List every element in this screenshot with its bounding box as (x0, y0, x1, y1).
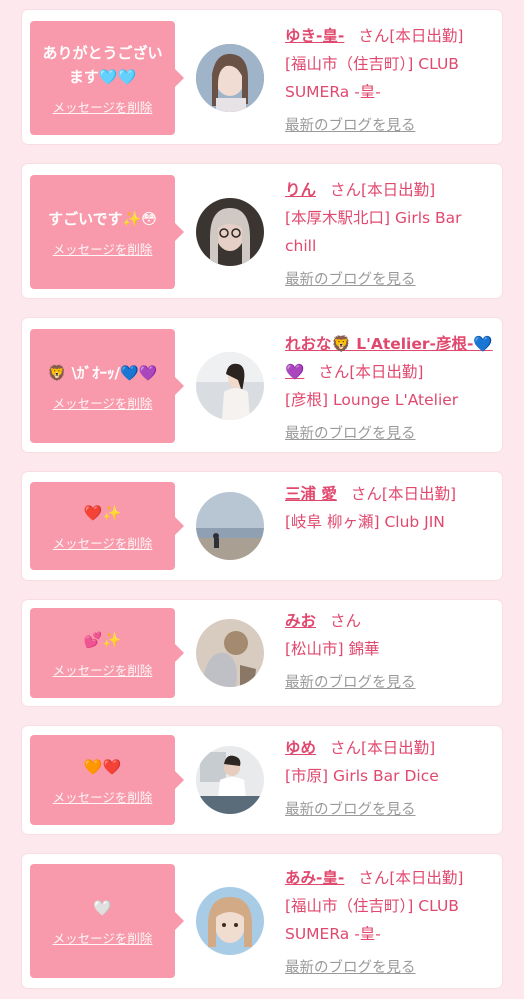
message-card: 💕✨ メッセージを削除 みお さん [松山市] 錦華 最新のブログを見る (22, 600, 502, 706)
shop-name: [彦根] Lounge L'Atelier (285, 391, 459, 409)
message-bubble: すごいです✨😳 メッセージを削除 (30, 175, 184, 289)
cast-status: さん[本日出勤] (358, 27, 464, 45)
cast-status: さん[本日出勤] (330, 739, 436, 757)
cast-name-link[interactable]: ゆき-皇- (285, 27, 344, 45)
cast-info: 三浦 愛さん[本日出勤] [岐阜 柳ヶ瀬] Club JIN (285, 480, 497, 536)
message-card: 🤍 メッセージを削除 あみ-皇- さん[本日出勤] [福山市（住吉町）] CLUB… (22, 854, 502, 988)
message-text: ありがとうございます🩵🩵 (42, 43, 163, 86)
blog-link[interactable]: 最新のブログを見る (285, 954, 416, 982)
message-bubble: ❤️✨ メッセージを削除 (30, 482, 184, 570)
shop-name: [岐阜 柳ヶ瀬] Club JIN (285, 513, 445, 531)
shop-name: [市原] Girls Bar Dice (285, 767, 439, 785)
delete-message-link[interactable]: メッセージを削除 (53, 97, 153, 116)
cast-name-link[interactable]: 三浦 愛 (285, 485, 337, 503)
delete-message-link[interactable]: メッセージを削除 (53, 533, 153, 552)
cast-status: さん[本日出勤] (318, 363, 424, 381)
avatar[interactable] (196, 198, 264, 266)
message-bubble: 🤍 メッセージを削除 (30, 864, 184, 978)
message-card: 🧡❤️ メッセージを削除 ゆめ さん[本日出勤] [市原] Girls Bar D… (22, 726, 502, 834)
message-card: ❤️✨ メッセージを削除 三浦 愛さん[本日出勤] [岐阜 柳ヶ瀬] Club … (22, 472, 502, 580)
shop-name: [福山市（住吉町）] CLUB SUMERa -皇- (285, 897, 459, 943)
message-text: ❤️✨ (83, 503, 122, 522)
message-list: ありがとうございます🩵🩵 メッセージを削除 ゆき-皇- さん[本日出勤] [福山市… (0, 0, 524, 999)
cast-info: あみ-皇- さん[本日出勤] [福山市（住吉町）] CLUB SUMERa -皇-… (285, 864, 497, 982)
message-bubble: ありがとうございます🩵🩵 メッセージを削除 (30, 21, 184, 135)
message-card: ありがとうございます🩵🩵 メッセージを削除 ゆき-皇- さん[本日出勤] [福山市… (22, 10, 502, 144)
shop-name: [松山市] 錦華 (285, 640, 380, 658)
avatar[interactable] (196, 746, 264, 814)
cast-name-link[interactable]: みお (285, 612, 316, 630)
message-bubble: 🧡❤️ メッセージを削除 (30, 735, 184, 825)
avatar[interactable] (196, 887, 264, 955)
cast-info: ゆき-皇- さん[本日出勤] [福山市（住吉町）] CLUB SUMERa -皇-… (285, 22, 497, 140)
cast-info: ゆめ さん[本日出勤] [市原] Girls Bar Dice 最新のブログを見る (285, 734, 497, 824)
shop-name: [本厚木駅北口] Girls Bar chill (285, 209, 462, 255)
message-text: 💕✨ (83, 630, 122, 649)
cast-name-link[interactable]: あみ-皇- (285, 869, 344, 887)
cast-status: さん[本日出勤] (330, 181, 436, 199)
message-bubble: 💕✨ メッセージを削除 (30, 608, 184, 698)
message-text: 🦁 \ｶﾞｵｰｯ/💙💜 (47, 363, 158, 382)
cast-info: りん さん[本日出勤] [本厚木駅北口] Girls Bar chill 最新のブ… (285, 176, 497, 294)
cast-info: れおな🦁 L'Atelier-彦根-💙💜 さん[本日出勤] [彦根] Lounge… (285, 330, 497, 448)
cast-name-link[interactable]: りん (285, 181, 316, 199)
cast-status: さん[本日出勤] (358, 869, 464, 887)
cast-status: さん (330, 612, 362, 630)
delete-message-link[interactable]: メッセージを削除 (53, 660, 153, 679)
blog-link[interactable]: 最新のブログを見る (285, 420, 416, 448)
blog-link[interactable]: 最新のブログを見る (285, 266, 416, 294)
delete-message-link[interactable]: メッセージを削除 (53, 928, 153, 947)
message-card: 🦁 \ｶﾞｵｰｯ/💙💜 メッセージを削除 れおな🦁 L'Atelier-彦根-💙… (22, 318, 502, 452)
cast-name-link[interactable]: ゆめ (285, 739, 316, 757)
message-text: すごいです✨😳 (48, 209, 157, 228)
message-text: 🧡❤️ (83, 757, 122, 776)
avatar[interactable] (196, 492, 264, 560)
cast-status: さん[本日出勤] (350, 485, 457, 503)
cast-info: みお さん [松山市] 錦華 最新のブログを見る (285, 607, 497, 697)
avatar[interactable] (196, 619, 264, 687)
blog-link[interactable]: 最新のブログを見る (285, 796, 416, 824)
delete-message-link[interactable]: メッセージを削除 (53, 239, 153, 258)
delete-message-link[interactable]: メッセージを削除 (53, 393, 153, 412)
avatar[interactable] (196, 44, 264, 112)
blog-link[interactable]: 最新のブログを見る (285, 669, 416, 697)
shop-name: [福山市（住吉町）] CLUB SUMERa -皇- (285, 55, 459, 101)
message-card: すごいです✨😳 メッセージを削除 りん さん[本日出勤] [本厚木駅北口] Gir… (22, 164, 502, 298)
message-bubble: 🦁 \ｶﾞｵｰｯ/💙💜 メッセージを削除 (30, 329, 184, 443)
blog-link[interactable]: 最新のブログを見る (285, 112, 416, 140)
delete-message-link[interactable]: メッセージを削除 (53, 787, 153, 806)
message-text: 🤍 (93, 898, 112, 917)
avatar[interactable] (196, 352, 264, 420)
